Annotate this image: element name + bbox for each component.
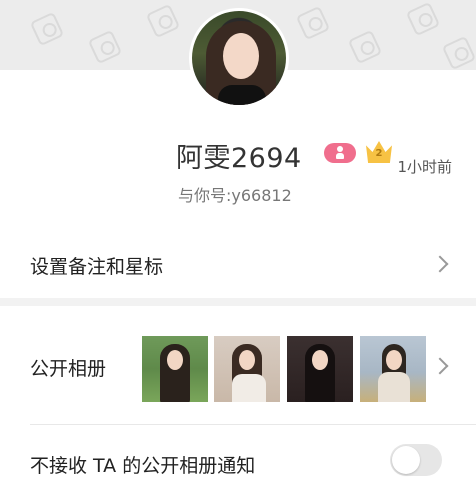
account-id: 与你号:y66812 (178, 186, 292, 205)
set-remark-row[interactable]: 设置备注和星标 (0, 228, 476, 300)
album-notify-label: 不接收 TA 的公开相册通知 (30, 455, 256, 477)
album-photo-1[interactable] (142, 336, 208, 402)
public-album-row[interactable]: 公开相册 (0, 306, 476, 424)
chevron-right-icon (431, 255, 449, 273)
album-photo-3[interactable] (287, 336, 353, 402)
row-separator (30, 424, 476, 425)
album-notify-row: 不接收 TA 的公开相册通知 (0, 426, 476, 496)
album-notify-toggle[interactable] (390, 444, 442, 476)
album-photo-2[interactable] (214, 336, 280, 402)
profile-name: 阿雯2694 (176, 143, 302, 174)
chevron-right-icon (431, 357, 449, 375)
crown-level: 2 (375, 148, 383, 159)
public-album-label: 公开相册 (30, 358, 107, 380)
person-badge-icon[interactable] (324, 143, 356, 163)
crown-badge-icon[interactable]: 2 (366, 141, 392, 163)
album-photo-4[interactable] (360, 336, 426, 402)
toggle-knob (392, 446, 420, 474)
name-row: 阿雯2694 2 (0, 136, 476, 174)
set-remark-label: 设置备注和星标 (30, 256, 164, 278)
section-divider (0, 298, 476, 306)
avatar[interactable] (189, 8, 289, 108)
